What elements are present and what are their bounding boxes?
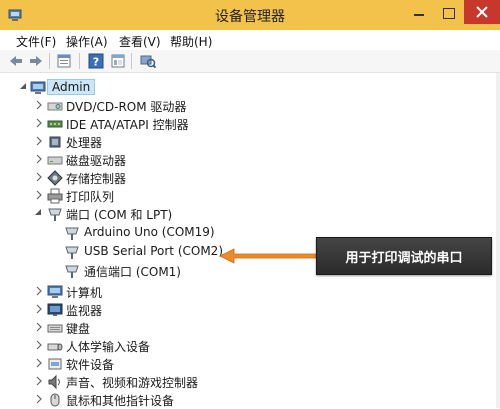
tree-item-label: 磁盘驱动器 [66,154,127,168]
port-device-icon [65,265,79,278]
tree-item-label: 打印队列 [66,190,115,204]
toolbar: ? [0,50,500,73]
toolbar-separator [79,53,80,69]
tree-item-sound[interactable]: 声音、视频和游戏控制器 [0,373,500,391]
toolbar-separator [49,53,50,69]
expand-arrow-icon[interactable] [35,376,43,386]
collapse-arrow-icon[interactable] [34,208,42,218]
expand-arrow-icon[interactable] [35,358,43,368]
tree-item-dvd[interactable]: DVD/CD-ROM 驱动器 [0,97,500,115]
tree-item-print-queue[interactable]: 打印队列 [0,187,500,205]
help-icon[interactable]: ? [88,53,104,69]
sound-icon [48,374,60,390]
menu-bar: 文件(F) 操作(A) 查看(V) 帮助(H) [0,30,500,50]
tree-item-label: 存储控制器 [66,172,127,186]
printer-icon [47,188,63,204]
close-button[interactable] [464,0,500,24]
expand-arrow-icon[interactable] [35,154,43,164]
tree-item-ports[interactable]: 端口 (COM 和 LPT) [0,205,500,223]
tree-item-label: USB Serial Port (COM2) [84,244,223,258]
port-device-icon [65,227,79,240]
tree-item-mouse[interactable]: 鼠标和其他指针设备 [0,391,500,409]
tree-item-label: 键盘 [66,322,91,336]
dvd-drive-icon [47,102,63,111]
tree-item-storage[interactable]: 存储控制器 [0,169,500,187]
software-device-icon [48,358,62,370]
storage-controller-icon [47,170,63,186]
properties-icon[interactable] [56,53,72,69]
tree-item-label: Arduino Uno (COM19) [84,225,215,239]
expand-arrow-icon[interactable] [35,136,43,146]
monitor-icon [47,303,63,316]
tree-item-label: 处理器 [66,136,103,150]
expand-arrow-icon[interactable] [35,304,43,314]
expand-arrow-icon[interactable] [35,286,43,296]
menu-file[interactable]: 文件(F) [16,33,56,50]
ide-controller-icon [47,120,63,128]
computer-icon [47,285,63,298]
tree-item-label: 人体学输入设备 [66,340,151,354]
disk-drive-icon [47,156,63,165]
tree-item-processor[interactable]: 处理器 [0,133,500,151]
tree-item-disk[interactable]: 磁盘驱动器 [0,151,500,169]
back-icon[interactable] [8,53,24,69]
maximize-button[interactable] [434,0,464,26]
port-icon [48,208,62,221]
mouse-icon [50,393,60,407]
hid-icon [47,343,63,351]
processor-icon [49,136,61,148]
tree-item-monitor[interactable]: 监视器 [0,301,500,319]
keyboard-icon [47,324,63,333]
minimize-button[interactable] [404,0,434,26]
tree-item-label: 监视器 [66,304,103,318]
expand-arrow-icon[interactable] [35,100,43,110]
port-device-icon [65,246,79,259]
annotation-text: 用于打印调试的串口 [345,251,463,266]
tree-root-label: Admin [47,79,96,95]
computer-icon [30,81,46,94]
tree-item-label: 声音、视频和游戏控制器 [66,376,199,390]
forward-icon[interactable] [28,53,44,69]
toolbar-separator [131,53,132,69]
tree-item-ide[interactable]: IDE ATA/ATAPI 控制器 [0,115,500,133]
menu-action[interactable]: 操作(A) [66,33,108,50]
console-tree-icon[interactable] [110,53,126,69]
expand-arrow-icon[interactable] [35,172,43,182]
tree-item-label: 通信端口 (COM1) [84,265,181,279]
tree-root-item[interactable]: Admin [0,79,500,97]
vertical-scrollbar[interactable] [496,73,500,408]
collapse-arrow-icon[interactable] [19,82,27,92]
scan-hardware-icon[interactable] [140,53,156,69]
tree-item-computer[interactable]: 计算机 [0,283,500,301]
annotation-arrow-icon [219,248,317,264]
expand-arrow-icon[interactable] [35,394,43,404]
tree-item-label: IDE ATA/ATAPI 控制器 [66,118,189,132]
expand-arrow-icon[interactable] [35,340,43,350]
annotation-callout: 用于打印调试的串口 [316,237,492,275]
tree-item-hid[interactable]: 人体学输入设备 [0,337,500,355]
menu-help[interactable]: 帮助(H) [170,33,212,50]
tree-item-label: 软件设备 [66,358,115,372]
tree-item-keyboard[interactable]: 键盘 [0,319,500,337]
expand-arrow-icon[interactable] [35,190,43,200]
tree-item-label: 端口 (COM 和 LPT) [66,208,173,222]
tree-item-software[interactable]: 软件设备 [0,355,500,373]
svg-text:?: ? [93,56,99,69]
menu-view[interactable]: 查看(V) [119,33,161,50]
tree-item-label: 鼠标和其他指针设备 [66,394,175,408]
close-icon [476,6,488,18]
tree-item-label: DVD/CD-ROM 驱动器 [66,100,187,114]
expand-arrow-icon[interactable] [35,118,43,128]
expand-arrow-icon[interactable] [35,322,43,332]
tree-item-label: 计算机 [66,286,103,300]
title-bar: 设备管理器 [0,0,500,30]
